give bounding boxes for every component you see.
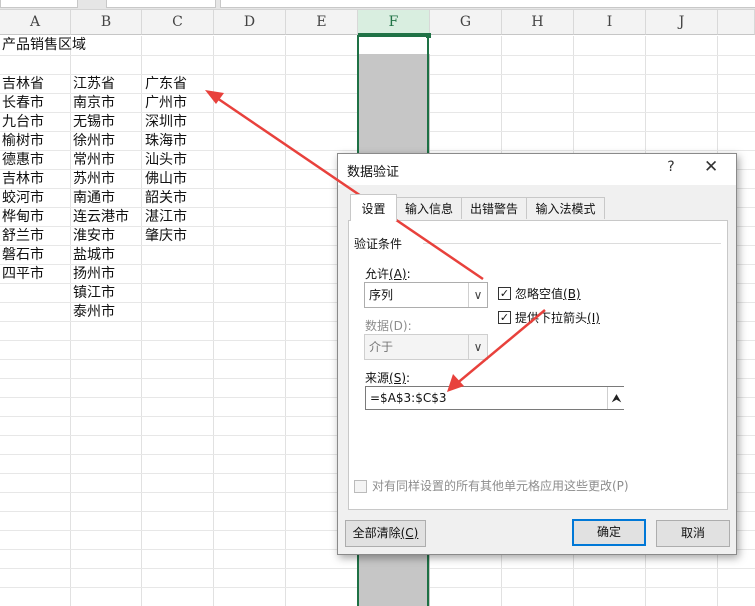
chevron-down-icon: ∨ <box>468 335 487 359</box>
cell-c8[interactable]: 佛山市 <box>145 170 187 189</box>
column-header-k[interactable] <box>718 10 755 35</box>
ignore-blank-checkbox[interactable]: ✓ <box>498 287 511 300</box>
cell-b7[interactable]: 常州市 <box>73 151 115 170</box>
fill-handle[interactable] <box>426 33 431 38</box>
dropdown-arrow-label: 提供下拉箭头(I) <box>515 311 600 325</box>
settings-panel: 验证条件 允许(A): 序列 ∨ ✓ 忽略空值(B) ✓ 提供下拉箭头(I) 数… <box>348 220 728 510</box>
cell-b10[interactable]: 连云港市 <box>73 208 129 227</box>
column-header-a[interactable]: A <box>0 10 71 35</box>
cell-c4[interactable]: 广州市 <box>145 94 187 113</box>
cancel-button[interactable]: 取消 <box>656 520 730 547</box>
name-box[interactable] <box>0 0 78 8</box>
cell-b12[interactable]: 盐城市 <box>73 246 115 265</box>
cell-a13[interactable]: 四平市 <box>2 265 44 284</box>
column-header-h[interactable]: H <box>502 10 574 35</box>
cell-b6[interactable]: 徐州市 <box>73 132 115 151</box>
cell-a10[interactable]: 桦甸市 <box>2 208 44 227</box>
cell-c9[interactable]: 韶关市 <box>145 189 187 208</box>
dialog-title: 数据验证 <box>347 165 400 180</box>
ignore-blank-label: 忽略空值(B) <box>515 287 581 301</box>
cell-c5[interactable]: 深圳市 <box>145 113 187 132</box>
column-header-g[interactable]: G <box>430 10 502 35</box>
formula-buttons[interactable] <box>106 0 216 8</box>
data-select: 介于 ∨ <box>364 334 488 360</box>
cell-c10[interactable]: 湛江市 <box>145 208 187 227</box>
cell-c11[interactable]: 肇庆市 <box>145 227 187 246</box>
cell-a6[interactable]: 榆树市 <box>2 132 44 151</box>
column-header-f[interactable]: F <box>358 10 430 35</box>
cell-c3[interactable]: 广东省 <box>145 75 187 94</box>
cell-b8[interactable]: 苏州市 <box>73 170 115 189</box>
cell-b14[interactable]: 镇江市 <box>73 284 115 303</box>
cell-c6[interactable]: 珠海市 <box>145 132 187 151</box>
collapse-range-icon[interactable]: ⮝ <box>607 387 625 409</box>
cell-b3[interactable]: 江苏省 <box>73 75 115 94</box>
chevron-down-icon[interactable]: ∨ <box>468 283 487 307</box>
group-divider <box>423 243 721 244</box>
column-header-c[interactable]: C <box>142 10 214 35</box>
tab-error-alert[interactable]: 出错警告 <box>461 197 527 219</box>
column-header-i[interactable]: I <box>574 10 646 35</box>
formula-input[interactable] <box>220 0 755 8</box>
cell-b9[interactable]: 南通市 <box>73 189 115 208</box>
allow-label: 允许(A): <box>365 267 411 281</box>
column-header-d[interactable]: D <box>214 10 286 35</box>
dropdown-arrow-checkbox[interactable]: ✓ <box>498 311 511 324</box>
formula-bar-strip <box>0 0 755 10</box>
cell-a5[interactable]: 九台市 <box>2 113 44 132</box>
apply-all-checkbox <box>354 480 367 493</box>
cell-a9[interactable]: 蛟河市 <box>2 189 44 208</box>
cell-a7[interactable]: 德惠市 <box>2 151 44 170</box>
cell-a4[interactable]: 长春市 <box>2 94 44 113</box>
source-input[interactable]: =$A$3:$C$3 <box>365 386 624 410</box>
validation-criteria-heading: 验证条件 <box>354 237 403 251</box>
data-validation-dialog: 数据验证 ? ✕ 设置 输入信息 出错警告 输入法模式 验证条件 允许(A): … <box>337 153 737 555</box>
tab-ime-mode[interactable]: 输入法模式 <box>526 197 605 219</box>
cell-a3[interactable]: 吉林省 <box>2 75 44 94</box>
cell-c7[interactable]: 汕头市 <box>145 151 187 170</box>
dialog-title-bar[interactable]: 数据验证 ? ✕ <box>338 154 736 185</box>
source-label: 来源(S): <box>365 371 411 385</box>
cell-b15[interactable]: 泰州市 <box>73 303 115 322</box>
cell-a12[interactable]: 磐石市 <box>2 246 44 265</box>
cell-b5[interactable]: 无锡市 <box>73 113 115 132</box>
cell-b4[interactable]: 南京市 <box>73 94 115 113</box>
column-header-e[interactable]: E <box>286 10 358 35</box>
tab-settings[interactable]: 设置 <box>350 194 397 221</box>
help-button[interactable]: ? <box>664 159 678 175</box>
allow-value: 序列 <box>369 288 394 302</box>
ok-button[interactable]: 确定 <box>572 519 646 546</box>
tab-input-message[interactable]: 输入信息 <box>396 197 462 219</box>
cell-b11[interactable]: 淮安市 <box>73 227 115 246</box>
cell-a1[interactable]: 产品销售区域 <box>2 36 86 55</box>
allow-select[interactable]: 序列 ∨ <box>364 282 488 308</box>
cell-b13[interactable]: 扬州市 <box>73 265 115 284</box>
data-value: 介于 <box>369 340 394 354</box>
apply-all-label: 对有同样设置的所有其他单元格应用这些更改(P) <box>372 479 629 493</box>
column-header-j[interactable]: J <box>646 10 718 35</box>
column-header-b[interactable]: B <box>71 10 142 35</box>
data-label-text: 数据(D): <box>365 319 412 333</box>
cell-a11[interactable]: 舒兰市 <box>2 227 44 246</box>
clear-all-button[interactable]: 全部清除(C) <box>345 520 426 547</box>
cell-a8[interactable]: 吉林市 <box>2 170 44 189</box>
close-icon[interactable]: ✕ <box>704 157 718 177</box>
